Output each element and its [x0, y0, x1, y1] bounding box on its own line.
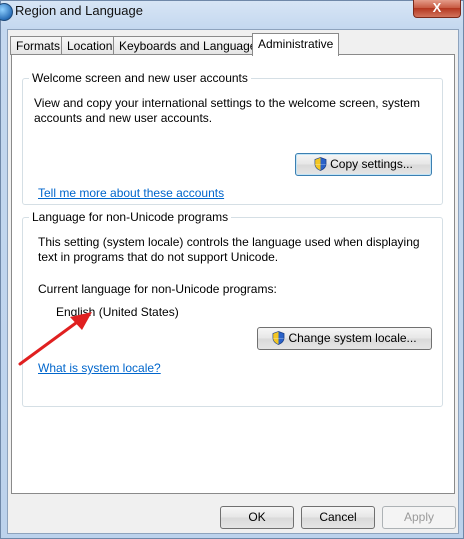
administrative-panel: Welcome screen and new user accounts Vie… [11, 54, 455, 494]
welcome-description-line1: View and copy your international setting… [34, 96, 420, 110]
welcome-group: Welcome screen and new user accounts Vie… [22, 71, 443, 205]
nonunicode-description-line1: This setting (system locale) controls th… [38, 235, 420, 249]
copy-settings-label: Copy settings... [330, 157, 413, 171]
title-bar[interactable]: Region and Language X [0, 0, 463, 27]
tab-keyboards-and-languages[interactable]: Keyboards and Languages [113, 36, 269, 55]
tab-formats[interactable]: Formats [10, 36, 67, 55]
annotation-arrow-icon [18, 312, 92, 366]
apply-button[interactable]: Apply [382, 506, 456, 529]
close-button[interactable]: X [413, 0, 461, 18]
welcome-group-title: Welcome screen and new user accounts [29, 71, 251, 85]
ok-button[interactable]: OK [220, 506, 294, 529]
cancel-button[interactable]: Cancel [301, 506, 375, 529]
dialog-body: Formats Location Keyboards and Languages… [7, 29, 459, 534]
region-language-window: Region and Language X Formats Location K… [0, 0, 464, 539]
tab-administrative[interactable]: Administrative [252, 33, 340, 56]
welcome-more-info-link[interactable]: Tell me more about these accounts [38, 186, 224, 200]
change-system-locale-button[interactable]: Change system locale... [257, 327, 432, 350]
copy-settings-button[interactable]: Copy settings... [295, 153, 432, 176]
change-system-locale-label: Change system locale... [288, 331, 417, 345]
window-title: Region and Language [15, 3, 143, 18]
current-language-label: Current language for non-Unicode program… [38, 282, 277, 296]
uac-shield-icon [314, 157, 327, 171]
welcome-description-line2: accounts and new user accounts. [34, 111, 213, 125]
globe-icon [0, 3, 13, 21]
tab-location[interactable]: Location [61, 36, 119, 55]
nonunicode-group-title: Language for non-Unicode programs [29, 210, 232, 224]
nonunicode-description-line2: text in programs that do not support Uni… [38, 250, 279, 264]
uac-shield-icon [273, 331, 285, 345]
